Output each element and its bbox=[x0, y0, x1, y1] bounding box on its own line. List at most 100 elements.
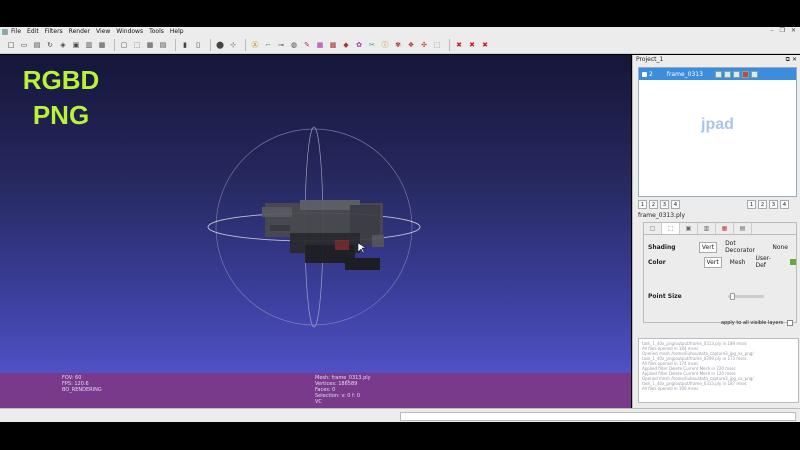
shading-none-option[interactable]: None bbox=[770, 243, 790, 252]
new-icon[interactable]: □ bbox=[6, 40, 16, 50]
delete-icon[interactable]: ✖ bbox=[454, 40, 464, 50]
main-toolbar: □ ▭ ▤ ↻ ◈ ▣ ▥ ▦ ▢ ⬚ ▦ ▤ ▮ ▯ ⬤ ⊹ Ⓐ ⌐ ⊸ ◍ … bbox=[0, 36, 800, 54]
tab-points-active[interactable]: ⬚ bbox=[662, 223, 680, 234]
page-button[interactable]: 3 bbox=[660, 200, 669, 209]
tab-wire[interactable]: ▣ bbox=[680, 223, 698, 234]
color-mesh-option[interactable]: Mesh bbox=[728, 258, 748, 267]
minimize-icon[interactable]: – bbox=[771, 27, 774, 34]
select5-icon[interactable]: ⬚ bbox=[432, 40, 442, 50]
properties-tabs: ▢ ⬚ ▣ ▥ ▦ ▤ bbox=[644, 223, 796, 235]
annotate-icon[interactable]: Ⓐ bbox=[250, 40, 260, 50]
delete2-icon[interactable]: ✖ bbox=[467, 40, 477, 50]
info-overlay: FOV: 60 FPS: 120.6 BO_RENDERING Mesh: fr… bbox=[0, 373, 631, 408]
layer-color-icon[interactable] bbox=[741, 70, 749, 78]
edit-icon[interactable]: ✎ bbox=[302, 40, 312, 50]
restore-icon[interactable]: ❐ bbox=[780, 27, 785, 34]
tab-texture[interactable]: ▤ bbox=[734, 223, 752, 234]
menu-view[interactable]: View bbox=[96, 28, 110, 35]
layer-edit-icon[interactable] bbox=[750, 70, 758, 78]
render-info: FOV: 60 FPS: 120.6 BO_RENDERING bbox=[62, 375, 102, 393]
trackball-gizmo[interactable] bbox=[0, 55, 631, 373]
perspective-icon[interactable]: ⬚ bbox=[132, 40, 142, 50]
page-button[interactable]: 1 bbox=[747, 200, 756, 209]
view-icon[interactable]: ▦ bbox=[97, 40, 107, 50]
point-size-label: Point Size bbox=[648, 293, 682, 300]
paint-icon[interactable]: ▩ bbox=[328, 40, 338, 50]
reload-icon[interactable]: ↻ bbox=[45, 40, 55, 50]
layer-row[interactable]: 2 frame_0313 bbox=[639, 68, 796, 80]
color-vert-option[interactable]: Vert bbox=[703, 256, 722, 268]
box-icon[interactable]: ▯ bbox=[193, 40, 203, 50]
measure-icon[interactable]: ⊸ bbox=[276, 40, 286, 50]
layer-panel: Project_1 ⧉ ✕ 2 frame_0313 jpad 1 2 3 4 … bbox=[632, 55, 800, 408]
layer-list: 2 frame_0313 jpad bbox=[638, 67, 797, 197]
settings-icon[interactable]: ▤ bbox=[158, 40, 168, 50]
layer-tag-icon[interactable] bbox=[714, 70, 722, 78]
3d-viewport[interactable]: RGBD PNG FOV: 60 FPS: 120.6 BO_RENDERING… bbox=[0, 55, 631, 408]
menu-windows[interactable]: Windows bbox=[116, 28, 143, 35]
app-icon bbox=[2, 28, 8, 35]
pick-icon[interactable]: ◆ bbox=[341, 40, 351, 50]
apply-all-checkbox[interactable] bbox=[787, 320, 794, 326]
page-button[interactable]: 4 bbox=[671, 200, 680, 209]
close-icon[interactable]: ✕ bbox=[791, 27, 796, 34]
menu-help[interactable]: Help bbox=[170, 28, 184, 35]
close-panel-icon[interactable]: ✕ bbox=[792, 56, 797, 64]
menu-edit[interactable]: Edit bbox=[27, 28, 39, 35]
shading-row: Shading Vert Dot Decorator None bbox=[648, 239, 796, 255]
selected-filename: frame_0313.ply bbox=[638, 212, 685, 219]
info-icon[interactable]: ⓘ bbox=[380, 40, 390, 50]
tab-points[interactable]: ▢ bbox=[644, 223, 662, 234]
status-bar bbox=[0, 408, 800, 422]
select-icon[interactable]: ▦ bbox=[315, 40, 325, 50]
page-button[interactable]: 2 bbox=[649, 200, 658, 209]
color-userdef-option[interactable]: User-Def bbox=[753, 254, 782, 270]
color-label: Color bbox=[648, 258, 666, 266]
paint2-icon[interactable]: ✾ bbox=[393, 40, 403, 50]
tab-flat[interactable]: ▥ bbox=[698, 223, 716, 234]
window-controls: – ❐ ✕ bbox=[771, 27, 796, 34]
erase-icon[interactable]: ✂ bbox=[367, 40, 377, 50]
layer-info-icon[interactable] bbox=[723, 70, 731, 78]
color-swatch[interactable] bbox=[790, 259, 796, 265]
layer-name: frame_0313 bbox=[666, 70, 703, 78]
toolbar-separator bbox=[210, 38, 211, 51]
slider-handle[interactable] bbox=[729, 293, 735, 300]
watermark: jpad bbox=[701, 116, 734, 133]
tab-color[interactable]: ▦ bbox=[716, 223, 734, 234]
page-button[interactable]: 3 bbox=[769, 200, 778, 209]
visibility-icon[interactable] bbox=[642, 71, 647, 77]
layer-doc-icon[interactable] bbox=[732, 70, 740, 78]
menu-filters[interactable]: Filters bbox=[45, 28, 63, 35]
lighting-icon[interactable]: ▢ bbox=[119, 40, 129, 50]
float-icon[interactable]: ⧉ bbox=[786, 56, 790, 64]
select4-icon[interactable]: ✣ bbox=[419, 40, 429, 50]
menu-tools[interactable]: Tools bbox=[149, 28, 164, 35]
select2-icon[interactable]: ✿ bbox=[354, 40, 364, 50]
axis-icon[interactable]: ⊹ bbox=[228, 40, 238, 50]
page-button[interactable]: 1 bbox=[638, 200, 647, 209]
export-icon[interactable]: ▣ bbox=[71, 40, 81, 50]
pointcloud-icon[interactable]: ⬤ bbox=[215, 40, 225, 50]
shading-vert-option[interactable]: Vert bbox=[698, 241, 718, 253]
project-title: Project_1 bbox=[636, 56, 664, 63]
menu-file[interactable]: File bbox=[11, 28, 21, 35]
shade-icon[interactable]: ▮ bbox=[180, 40, 190, 50]
toolbar-separator bbox=[175, 38, 176, 51]
delete3-icon[interactable]: ✖ bbox=[480, 40, 490, 50]
open-icon[interactable]: ▭ bbox=[19, 40, 29, 50]
point-size-slider[interactable] bbox=[728, 293, 764, 300]
snapshot-icon[interactable]: ◈ bbox=[58, 40, 68, 50]
trackball-icon[interactable]: ▦ bbox=[145, 40, 155, 50]
save-icon[interactable]: ▤ bbox=[32, 40, 42, 50]
page-button[interactable]: 2 bbox=[758, 200, 767, 209]
page-button[interactable]: 4 bbox=[780, 200, 789, 209]
point-size-row: Point Size bbox=[648, 293, 706, 300]
brush-icon[interactable]: ⌐ bbox=[263, 40, 273, 50]
log-panel[interactable]: task_1_40x_png/output/frame_0313.ply in … bbox=[638, 338, 799, 403]
layers-icon[interactable]: ▥ bbox=[84, 40, 94, 50]
select3-icon[interactable]: ❖ bbox=[406, 40, 416, 50]
color-icon[interactable]: ◍ bbox=[289, 40, 299, 50]
shading-dot-option[interactable]: Dot Decorator bbox=[723, 239, 764, 255]
menu-render[interactable]: Render bbox=[69, 28, 90, 35]
